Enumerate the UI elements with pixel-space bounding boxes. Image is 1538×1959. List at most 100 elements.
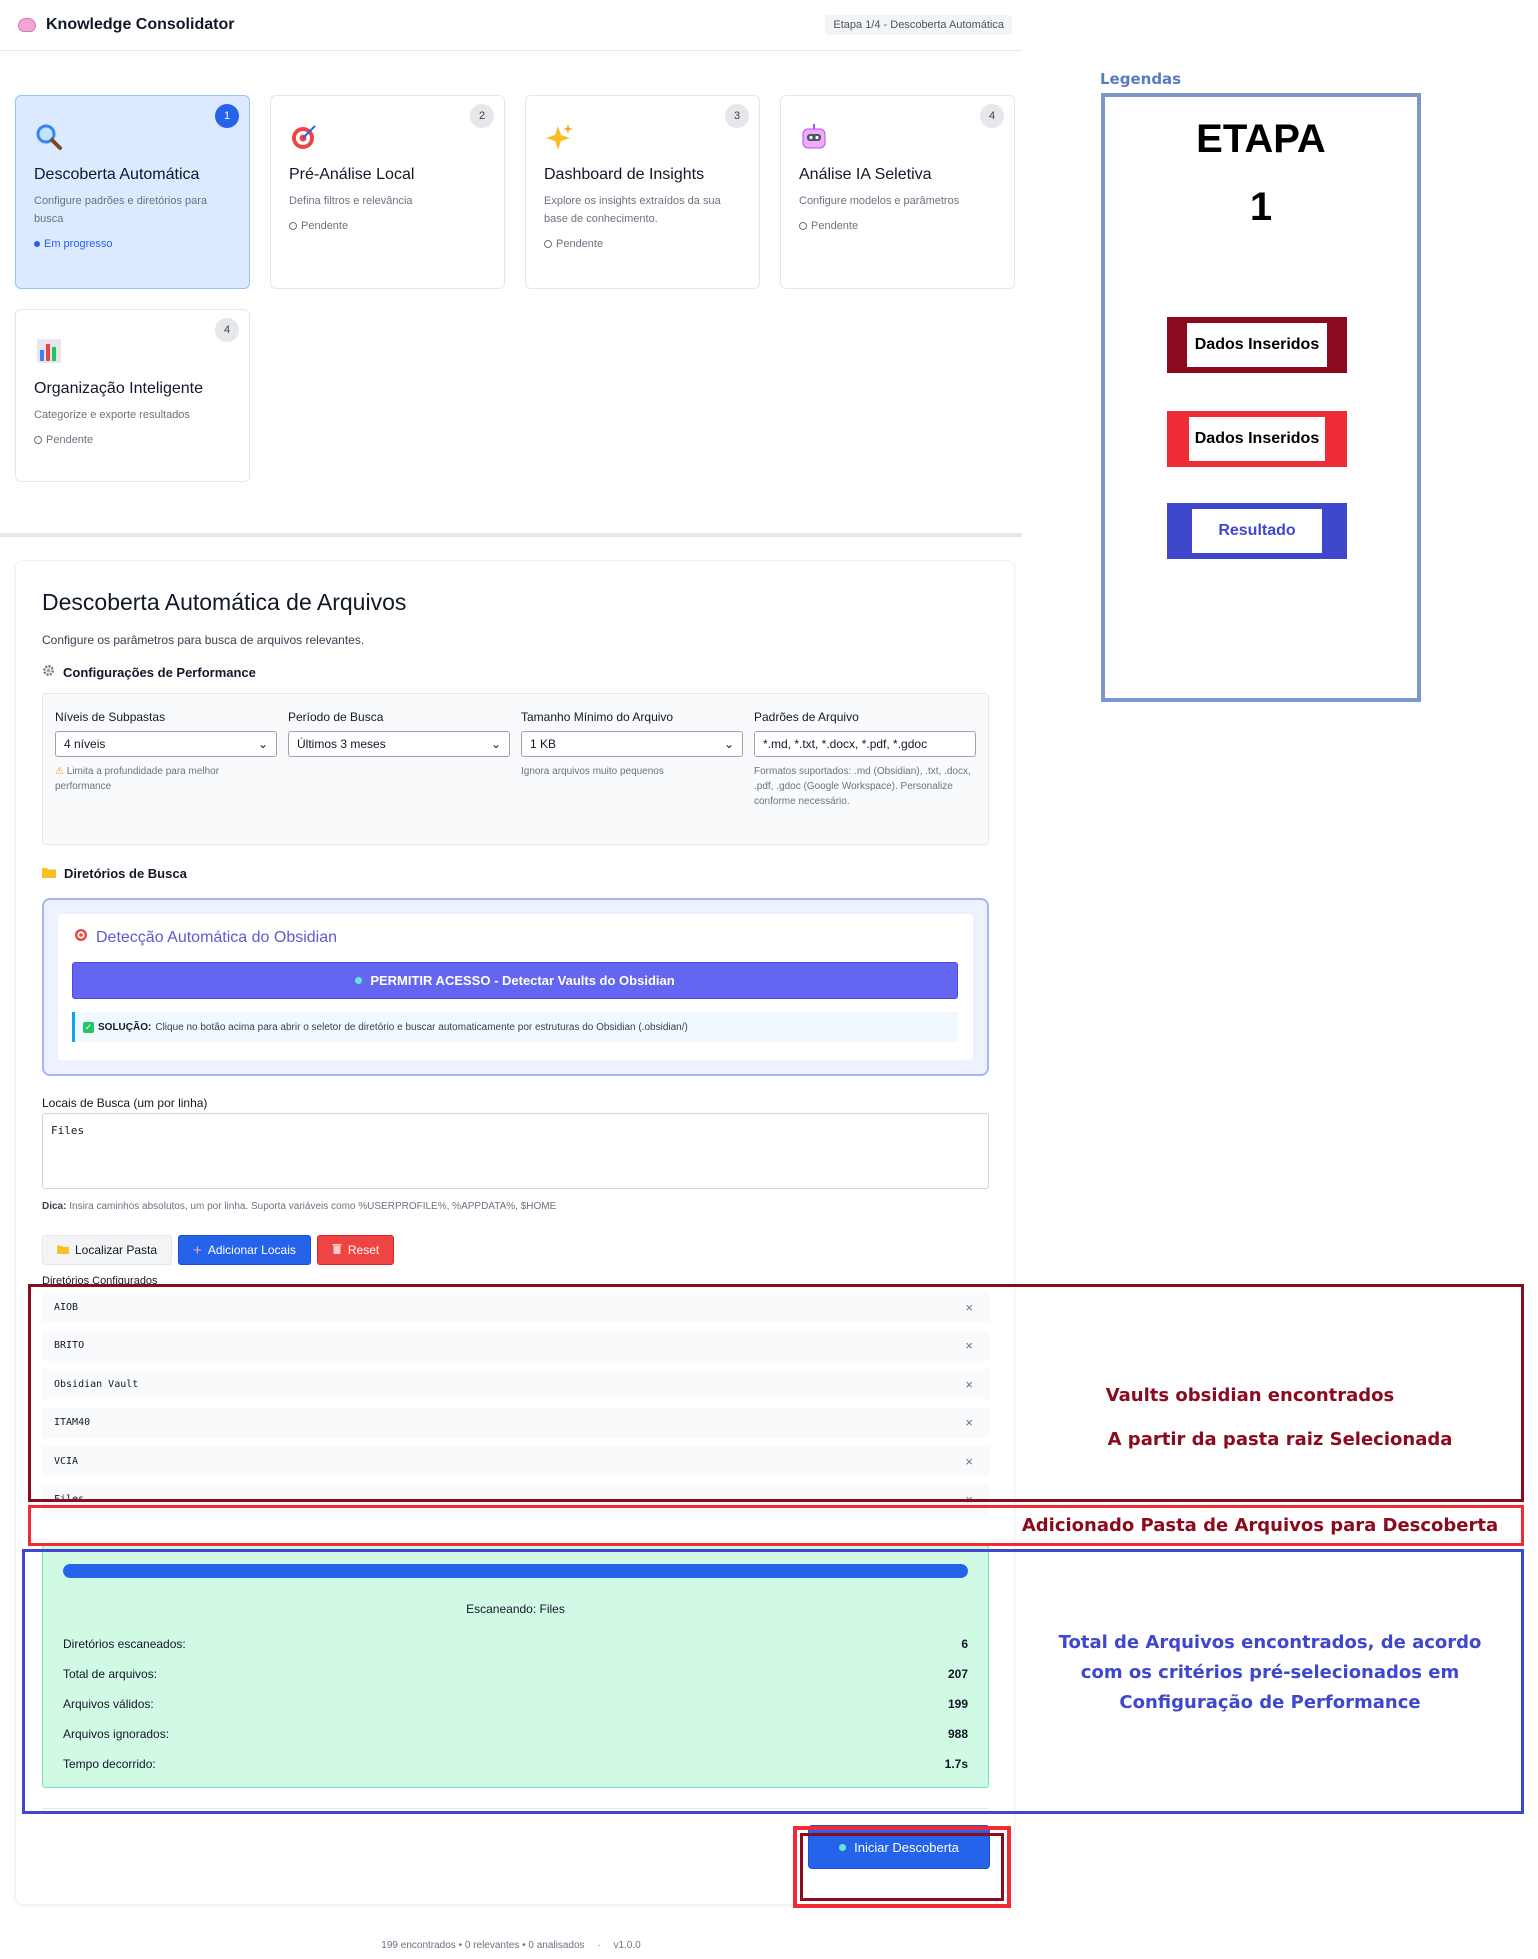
app-title: Knowledge Consolidator [46, 16, 235, 33]
step-card-discovery[interactable]: 1 Descoberta Automática Configure padrõe… [15, 95, 250, 289]
size-select[interactable]: 1 KB ⌄ [521, 731, 743, 757]
version-label: v1.0.0 [613, 1940, 641, 1951]
step-card-organization[interactable]: 4 Organização Inteligente Categorize e e… [15, 309, 250, 482]
list-item: Obsidian Vault × [42, 1369, 989, 1399]
step-title: Dashboard de Insights [544, 166, 705, 183]
sparkles-icon [544, 122, 574, 152]
scan-results: Escaneando: Files Diretórios escaneados:… [42, 1545, 989, 1788]
reset-button[interactable]: Reset [316, 1235, 395, 1265]
step-number: 4 [215, 318, 239, 342]
list-item: BRITO × [42, 1330, 989, 1361]
perf-heading: Configurações de Performance [42, 664, 256, 680]
checkmark-icon: ✓ [83, 1021, 94, 1033]
panel-divider [42, 1808, 989, 1809]
status-dot-icon [355, 977, 363, 984]
step-title: Organização Inteligente [34, 380, 203, 397]
patterns-help: Formatos suportados: .md (Obsidian), .tx… [754, 766, 971, 807]
directory-actions: Localizar Pasta + Adicionar Locais Reset [42, 1235, 395, 1265]
dirs-heading: Diretórios de Busca [42, 866, 187, 881]
locais-textarea[interactable]: Files [42, 1113, 989, 1189]
discovery-panel: Descoberta Automática de Arquivos Config… [15, 560, 1015, 1905]
step-status: Pendente [289, 220, 486, 232]
section-divider [0, 533, 1022, 537]
app-header: Knowledge Consolidator Etapa 1/4 - Desco… [0, 0, 1022, 51]
dica-text: Dica: Insira caminhos absolutos, um por … [42, 1201, 557, 1212]
legend-label: Legendas [1100, 70, 1182, 88]
size-label: Tamanho Mínimo do Arquivo [521, 710, 674, 724]
remove-icon[interactable]: × [965, 1454, 973, 1469]
period-field: Período de Busca Últimos 3 meses ⌄ [288, 710, 510, 757]
size-field: Tamanho Mínimo do Arquivo 1 KB ⌄ Ignora … [521, 710, 743, 779]
page-title: Descoberta Automática de Arquivos [42, 589, 407, 615]
legend-chip-label: Resultado [1192, 509, 1322, 553]
step-desc: Categorize e exporte resultados [34, 409, 190, 421]
obsidian-title: Detecção Automática do Obsidian [74, 928, 337, 947]
annotation-total-line3: Configuração de Performance [1119, 1692, 1421, 1713]
legend-chip-red: Dados Inseridos [1167, 411, 1347, 467]
levels-select[interactable]: 4 níveis ⌄ [55, 731, 277, 757]
patterns-input[interactable]: *.md, *.txt, *.docx, *.pdf, *.gdoc [754, 731, 976, 757]
status-dot-icon [839, 1843, 847, 1851]
status-dot-icon [544, 240, 552, 248]
configured-dirs-list: AIOB × BRITO × Obsidian Vault × ITAM40 × VCI… [42, 1292, 989, 1523]
locais-label: Locais de Busca (um por linha) [42, 1096, 208, 1110]
bar-chart-icon [34, 336, 64, 366]
scan-title: Escaneando: Files [466, 1602, 565, 1616]
stat-row: Tempo decorrido: 1.7s [63, 1757, 968, 1771]
patterns-field: Padrões de Arquivo *.md, *.txt, *.docx, … [754, 710, 976, 809]
step-title: Análise IA Seletiva [799, 166, 932, 183]
status-dot-icon [799, 222, 807, 230]
remove-icon[interactable]: × [965, 1377, 973, 1392]
legend-chip-label: Dados Inseridos [1187, 323, 1327, 367]
period-label: Período de Busca [288, 710, 384, 724]
page-subtitle: Configure os parâmetros para busca de ar… [42, 633, 365, 647]
legend-chip-label: Dados Inseridos [1189, 417, 1325, 461]
patterns-label: Padrões de Arquivo [754, 710, 859, 724]
robot-icon [799, 122, 829, 152]
stage-badge: Etapa 1/4 - Descoberta Automática [825, 15, 1012, 35]
start-discovery-button[interactable]: Iniciar Descoberta [808, 1825, 990, 1869]
scan-progress-bar [63, 1564, 968, 1578]
list-item: VCIA × [42, 1446, 989, 1476]
solution-note: ✓ SOLUÇÃO: Clique no botão acima para ab… [72, 1012, 958, 1042]
remove-icon[interactable]: × [965, 1300, 973, 1315]
annotation-added-folder: Adicionado Pasta de Arquivos para Descob… [1021, 1515, 1499, 1536]
gear-icon [42, 664, 55, 680]
add-locations-button[interactable]: + Adicionar Locais [178, 1235, 311, 1265]
legend-etapa: ETAPA [1196, 117, 1326, 161]
annotation-vaults-line1: Vaults obsidian encontrados [1105, 1385, 1395, 1406]
annotation-total-line2: com os critérios pré-selecionados em [1080, 1662, 1460, 1683]
remove-icon[interactable]: × [965, 1492, 973, 1507]
step-number: 1 [215, 104, 239, 128]
stat-row: Diretórios escaneados: 6 [63, 1637, 968, 1651]
step-status: Em progresso [34, 238, 231, 250]
legend-box: ETAPA 1 Dados Inseridos Dados Inseridos … [1101, 93, 1421, 702]
step-card-ai-analysis[interactable]: 4 Análise IA Seletiva Configure modelos … [780, 95, 1015, 289]
chevron-down-icon: ⌄ [490, 737, 501, 751]
footer: 199 encontrados • 0 relevantes • 0 anali… [381, 1940, 641, 1951]
locate-folder-button[interactable]: Localizar Pasta [42, 1235, 173, 1265]
brand: Knowledge Consolidator [18, 16, 234, 34]
period-select[interactable]: Últimos 3 meses ⌄ [288, 731, 510, 757]
configured-dirs-label: Diretórios Configurados [42, 1275, 158, 1287]
stat-row: Arquivos ignorados: 988 [63, 1727, 968, 1741]
trash-icon [332, 1243, 342, 1257]
step-number: 3 [725, 104, 749, 128]
warning-icon: ⚠ [55, 766, 64, 777]
chevron-down-icon: ⌄ [257, 737, 268, 751]
permit-access-button[interactable]: PERMITIR ACESSO - Detectar Vaults do Obs… [72, 962, 958, 999]
step-title: Descoberta Automática [34, 166, 200, 183]
step-card-pre-analysis[interactable]: 2 Pré-Análise Local Defina filtros e rel… [270, 95, 505, 289]
step-desc: Explore os insights extraídos da sua bas… [544, 195, 721, 225]
target-icon [74, 928, 88, 947]
step-card-dashboard[interactable]: 3 Dashboard de Insights Explore os insig… [525, 95, 760, 289]
target-icon [289, 122, 319, 152]
performance-settings: Níveis de Subpastas 4 níveis ⌄ ⚠ Limita … [42, 693, 989, 845]
stat-row: Arquivos válidos: 199 [63, 1697, 968, 1711]
remove-icon[interactable]: × [965, 1415, 973, 1430]
remove-icon[interactable]: × [965, 1338, 973, 1353]
folder-icon [42, 866, 56, 881]
list-item: AIOB × [42, 1292, 989, 1322]
step-status: Pendente [544, 238, 741, 250]
list-item: Files × [42, 1484, 989, 1515]
